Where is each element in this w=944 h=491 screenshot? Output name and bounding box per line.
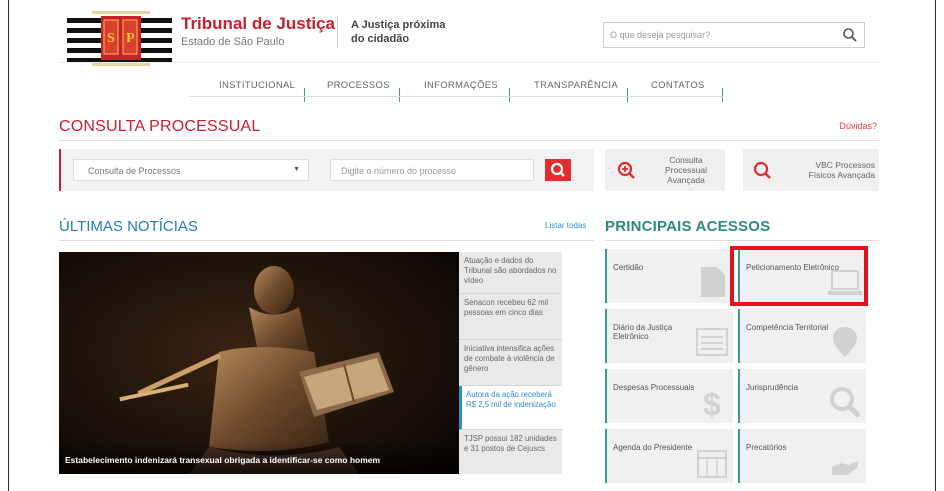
- search-icon: [830, 387, 861, 418]
- header-separator: [59, 62, 879, 63]
- tjsp-logo[interactable]: S P: [67, 10, 172, 68]
- nav-divider: [627, 88, 628, 102]
- newspaper-icon: [696, 328, 728, 356]
- access-separator: [605, 240, 879, 241]
- slogan-line-2: do cidadão: [351, 33, 410, 45]
- search-icon: [753, 161, 771, 179]
- tile-jurisprudencia[interactable]: Jurisprudência: [738, 369, 866, 423]
- help-link[interactable]: Dúvidas?: [839, 121, 877, 131]
- news-featured-image[interactable]: [59, 252, 459, 474]
- search-placeholder: O que deseja pesquisar?: [610, 30, 711, 40]
- process-number-input[interactable]: Digite o número do processo: [330, 159, 534, 181]
- nav-underline: [189, 96, 723, 97]
- tile-certidao[interactable]: Certidão: [605, 249, 733, 303]
- dollar-icon: $: [703, 386, 721, 419]
- consulta-avancada-label: Consulta Processual Avançada: [653, 155, 719, 185]
- news-item[interactable]: Iniciativa intensifica ações de combate …: [459, 340, 562, 386]
- tile-label: Despesas Processuais: [613, 383, 695, 392]
- tile-diario[interactable]: Diário da Justiça Eletrônico: [605, 309, 733, 363]
- consulta-title: CONSULTA PROCESSUAL: [59, 118, 261, 135]
- svg-text:$: $: [703, 386, 721, 419]
- svg-text:P: P: [126, 31, 135, 46]
- tile-label: Precatórios: [746, 443, 787, 452]
- tile-despesas[interactable]: Despesas Processuais $: [605, 369, 733, 423]
- select-value: Consulta de Processos: [88, 166, 181, 176]
- justice-statue-image: [59, 252, 459, 474]
- site-search-input[interactable]: O que deseja pesquisar?: [603, 22, 865, 48]
- nav-divider: [399, 88, 400, 102]
- access-title: PRINCIPAIS ACESSOS: [605, 218, 771, 235]
- tile-label: Agenda do Presidente: [613, 443, 693, 452]
- featured-news-caption[interactable]: Estabelecimento indenizará transexual ob…: [65, 455, 380, 465]
- tile-label: Jurisprudência: [746, 383, 799, 392]
- search-icon[interactable]: [842, 27, 858, 43]
- consulta-panel: Consulta de Processos ▼ Digite o número …: [59, 149, 594, 191]
- tile-label: Competência Territorial: [746, 323, 829, 332]
- nav-divider: [722, 88, 723, 102]
- tile-precatorios[interactable]: Precatórios: [738, 429, 866, 483]
- svg-text:S: S: [107, 31, 115, 46]
- map-pin-icon: [833, 327, 857, 357]
- advanced1-line-1: Consulta: [669, 155, 703, 165]
- consulta-type-select[interactable]: Consulta de Processos ▼: [73, 159, 309, 181]
- slogan-line-1: A Justiça próxima: [351, 19, 446, 31]
- list-all-link[interactable]: Listar todas: [545, 221, 586, 230]
- vbc-processos-button[interactable]: VBC Processos Físicos Avançada: [743, 149, 879, 191]
- browser-frame: S P Tribunal de Justiça Estado de São Pa…: [8, 0, 936, 491]
- consulta-separator: [59, 140, 879, 141]
- news-separator: [59, 240, 594, 241]
- vbc-processos-label: VBC Processos Físicos Avançada: [783, 160, 875, 180]
- process-number-placeholder: Digite o número do processo: [341, 166, 457, 176]
- hand-icon: [832, 461, 858, 475]
- news-list: Atuação e dados do Tribunal são abordado…: [459, 252, 562, 474]
- chevron-down-icon: ▼: [293, 166, 300, 173]
- nav-divider: [509, 88, 510, 102]
- news-item-active[interactable]: Autora da ação receberá R$ 2,5 mil de in…: [459, 386, 562, 430]
- news-title: ÚLTIMAS NOTÍCIAS: [59, 218, 198, 235]
- news-item[interactable]: Atuação e dados do Tribunal são abordado…: [459, 252, 562, 294]
- calendar-icon: [697, 450, 727, 478]
- tile-competencia[interactable]: Competência Territorial: [738, 309, 866, 363]
- consulta-search-button[interactable]: [545, 159, 571, 181]
- advanced1-line-2: Processual: [664, 165, 708, 175]
- site-slogan: A Justiça próxima do cidadão: [351, 18, 471, 46]
- search-icon: [550, 162, 565, 177]
- advanced2-line-2: Físicos Avançada: [808, 170, 875, 180]
- site-subtitle: Estado de São Paulo: [181, 36, 285, 48]
- news-item[interactable]: Senacon recebeu 62 mil pessoas em cinco …: [459, 294, 562, 340]
- header-divider: [337, 16, 338, 48]
- site-title[interactable]: Tribunal de Justiça: [181, 14, 335, 34]
- tile-agenda[interactable]: Agenda do Presidente: [605, 429, 733, 483]
- nav-divider: [304, 88, 305, 102]
- zoom-in-icon: [617, 161, 635, 179]
- tile-label: Certidão: [613, 263, 644, 272]
- advanced2-line-1: VBC Processos: [815, 160, 875, 170]
- consulta-avancada-button[interactable]: Consulta Processual Avançada: [605, 149, 725, 191]
- peticionamento-highlight: [730, 246, 868, 306]
- document-icon: [701, 267, 725, 297]
- page-content: S P Tribunal de Justiça Estado de São Pa…: [59, 0, 879, 491]
- tile-label: Diário da Justiça Eletrônico: [613, 323, 673, 341]
- advanced1-line-3: Avançada: [667, 175, 705, 185]
- news-item[interactable]: TJSP possui 182 unidades e 31 postos de …: [459, 430, 562, 474]
